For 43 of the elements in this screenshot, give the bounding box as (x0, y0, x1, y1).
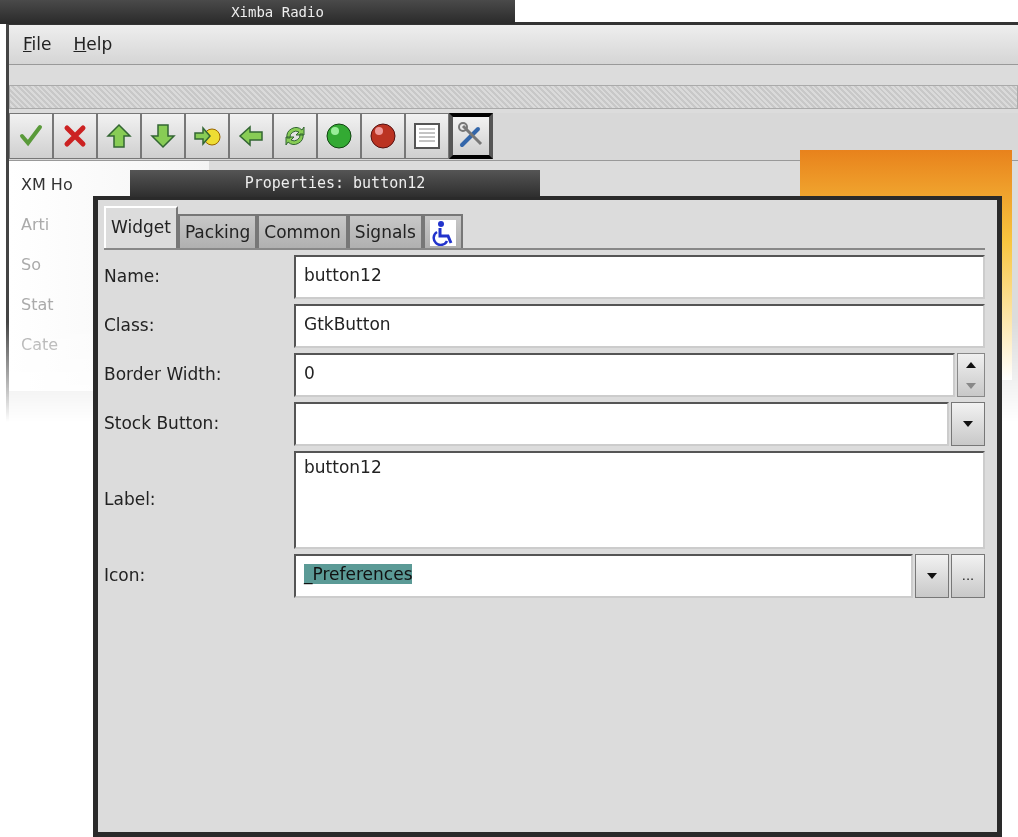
toolbar-button[interactable] (317, 113, 361, 159)
list-icon (413, 122, 441, 150)
input-field[interactable]: button12 (294, 255, 985, 299)
field-label: Class: (104, 314, 156, 338)
field-label: Arti (21, 214, 50, 236)
up-arrow-icon (105, 122, 133, 150)
tab[interactable]: Widget (104, 206, 178, 248)
wheelchair-icon (429, 220, 456, 246)
input-field[interactable]: GtkButton (294, 304, 985, 348)
input-field[interactable] (294, 402, 949, 446)
tab[interactable] (422, 214, 463, 248)
dialog-title: Properties: button12 (130, 170, 540, 197)
dropdown-button[interactable] (915, 554, 949, 598)
field-label: So (21, 254, 41, 276)
sphere-icon (369, 122, 397, 150)
down-arrow-icon (149, 122, 177, 150)
menu-item[interactable]: File (23, 31, 52, 58)
toolbar-button[interactable] (449, 113, 493, 159)
ball-icon (325, 122, 353, 150)
field-label: Stock Button: (104, 412, 221, 436)
input-field[interactable]: _Preferences (294, 554, 913, 598)
toolbar-button[interactable] (405, 113, 449, 159)
tab[interactable]: Signals (347, 214, 423, 248)
field-label: XM Ho (21, 174, 73, 196)
input-field[interactable]: 0 (294, 353, 955, 397)
menu-item[interactable]: Help (73, 31, 113, 58)
field-label: Icon: (104, 564, 147, 588)
toolbar-button[interactable] (361, 113, 405, 159)
input-field[interactable]: button12 (294, 451, 985, 549)
tools-icon (457, 122, 485, 150)
field-label: Label: (104, 488, 157, 512)
spin-buttons[interactable] (957, 353, 985, 397)
handle-bar[interactable] (9, 85, 1018, 109)
caret-icon (927, 573, 937, 579)
window-title: Ximba Radio (0, 0, 515, 24)
tab[interactable]: Packing (177, 214, 258, 248)
field-label: Cate (21, 334, 59, 356)
field-label: Stat (21, 294, 54, 316)
tab[interactable]: Common (257, 214, 348, 248)
dropdown-button[interactable] (951, 402, 985, 446)
field-label: Name: (104, 265, 161, 289)
browse-button[interactable]: ... (951, 554, 985, 598)
field-label: Border Width: (104, 363, 223, 387)
